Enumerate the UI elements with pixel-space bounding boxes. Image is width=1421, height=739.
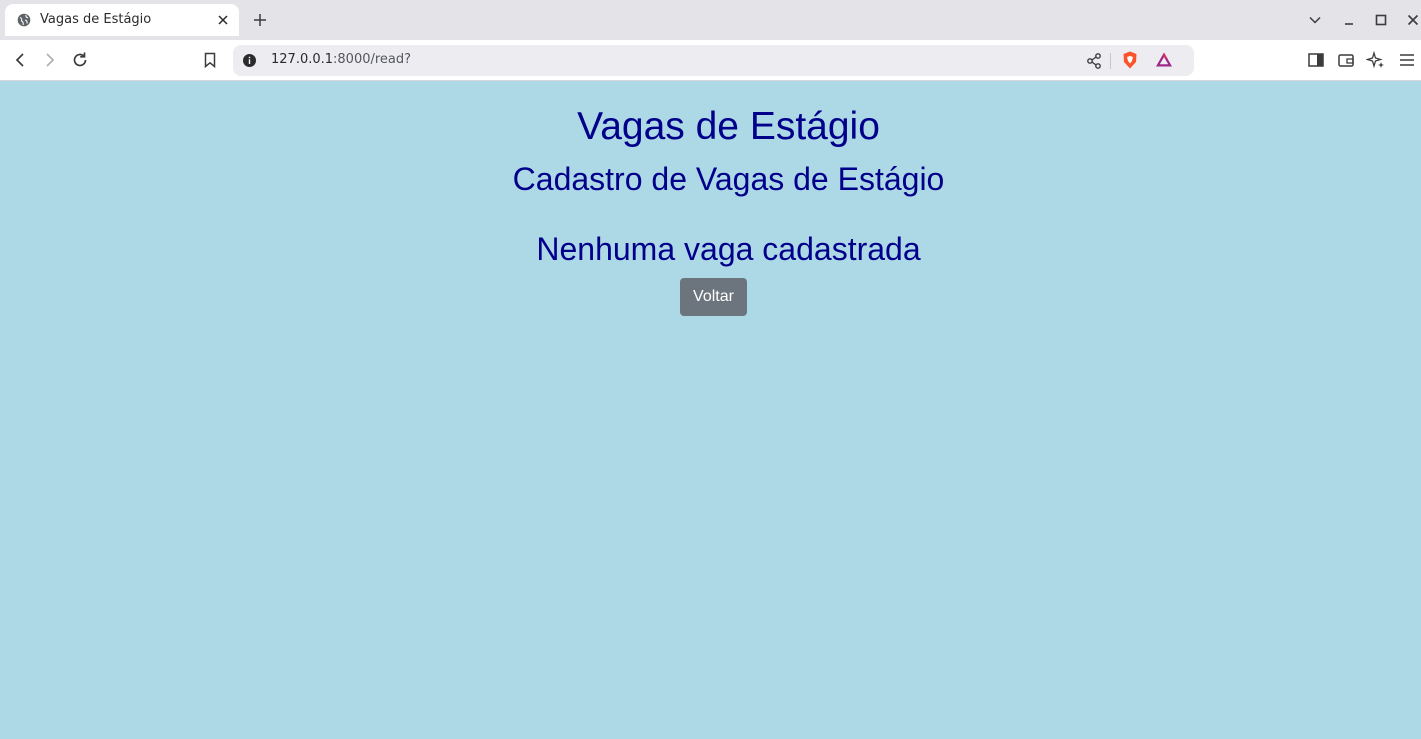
- url-path: :8000/read?: [333, 52, 412, 67]
- new-tab-icon[interactable]: [251, 11, 269, 29]
- page-title: Vagas de Estágio: [577, 105, 880, 148]
- brave-shields-icon[interactable]: [1120, 50, 1140, 70]
- url-host: 127.0.0.1: [271, 52, 334, 67]
- reload-icon[interactable]: [70, 50, 90, 70]
- brave-rewards-icon[interactable]: [1154, 50, 1174, 70]
- wallet-icon[interactable]: [1336, 50, 1356, 70]
- tab-title: Vagas de Estágio: [40, 12, 152, 27]
- back-button[interactable]: Voltar: [680, 278, 747, 316]
- sidebar-icon[interactable]: [1306, 50, 1326, 70]
- chevron-down-icon[interactable]: [1307, 12, 1323, 28]
- page-subtitle: Cadastro de Vagas de Estágio: [512, 161, 945, 197]
- back-icon[interactable]: [10, 50, 30, 70]
- browser-toolbar: 127.0.0.1:8000/read?: [0, 40, 1421, 81]
- forward-icon[interactable]: [40, 50, 60, 70]
- maximize-icon[interactable]: [1373, 12, 1389, 28]
- browser-tab[interactable]: Vagas de Estágio: [5, 4, 239, 36]
- leo-ai-icon[interactable]: [1366, 50, 1386, 70]
- window-close-icon[interactable]: [1405, 12, 1421, 28]
- menu-icon[interactable]: [1397, 50, 1417, 70]
- minimize-icon[interactable]: [1341, 12, 1357, 28]
- bookmark-icon[interactable]: [200, 50, 220, 70]
- share-icon[interactable]: [1084, 51, 1104, 71]
- omnibox-separator: [1110, 53, 1111, 69]
- globe-icon: [17, 13, 31, 27]
- tab-strip: Vagas de Estágio: [0, 0, 1421, 40]
- empty-state-message: Nenhuma vaga cadastrada: [536, 231, 921, 267]
- page-content: Vagas de Estágio Cadastro de Vagas de Es…: [0, 81, 1421, 739]
- close-icon[interactable]: [215, 12, 231, 28]
- site-info-icon[interactable]: [242, 53, 257, 68]
- url-text[interactable]: 127.0.0.1:8000/read?: [271, 52, 411, 67]
- address-bar[interactable]: 127.0.0.1:8000/read?: [233, 45, 1194, 76]
